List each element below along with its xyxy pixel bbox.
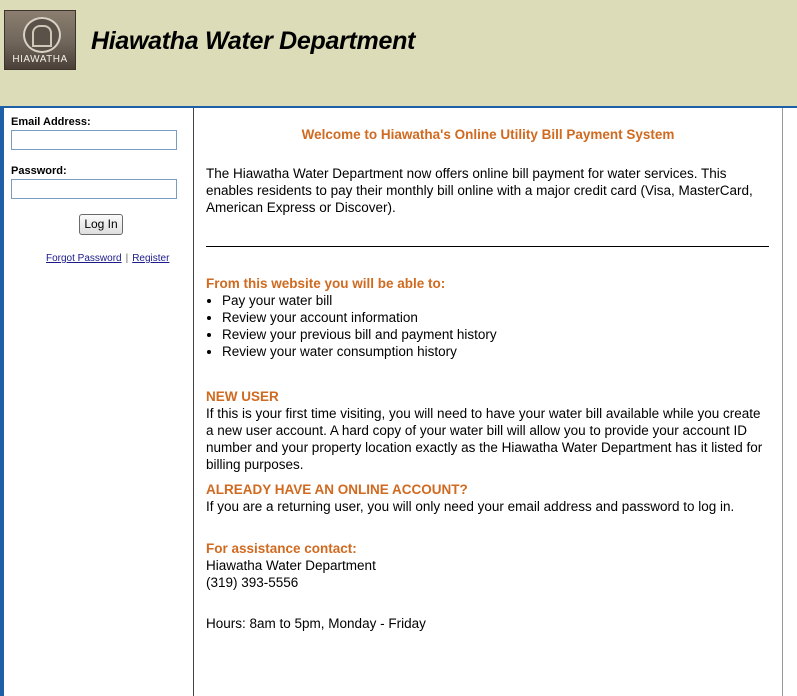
email-field[interactable] (11, 130, 177, 150)
list-item: Review your water consumption history (222, 343, 770, 360)
features-heading: From this website you will be able to: (206, 276, 446, 291)
hours-text: Hours: 8am to 5pm, Monday - Friday (206, 616, 426, 631)
welcome-heading: Welcome to Hiawatha's Online Utility Bil… (301, 127, 675, 142)
features-list: Pay your water bill Review your account … (206, 292, 770, 360)
site-header: HIAWATHA Hiawatha Water Department (0, 0, 797, 108)
login-button[interactable]: Log In (79, 214, 123, 235)
email-label: Email Address: (11, 116, 91, 128)
right-border (782, 108, 783, 696)
tower-window-icon (23, 17, 61, 53)
password-label: Password: (11, 165, 67, 177)
new-user-heading: NEW USER (206, 389, 279, 404)
forgot-password-link[interactable]: Forgot Password (46, 253, 122, 264)
password-field[interactable] (11, 179, 177, 199)
account-section: ALREADY HAVE AN ONLINE ACCOUNT? If you a… (206, 481, 770, 515)
assistance-section: For assistance contact: Hiawatha Water D… (206, 540, 770, 591)
column-divider (193, 108, 194, 696)
login-sidebar: Email Address: Password: Log In Forgot P… (4, 108, 192, 696)
account-links: Forgot Password | Register (46, 253, 169, 264)
intro-text: The Hiawatha Water Department now offers… (206, 166, 753, 215)
account-heading: ALREADY HAVE AN ONLINE ACCOUNT? (206, 482, 468, 497)
assist-heading: For assistance contact: (206, 541, 357, 556)
register-link[interactable]: Register (132, 253, 169, 264)
assist-name: Hiawatha Water Department (206, 558, 376, 573)
list-item: Review your account information (222, 309, 770, 326)
section-divider (206, 246, 769, 247)
site-title: Hiawatha Water Department (91, 27, 416, 55)
hiawatha-logo[interactable]: HIAWATHA (4, 10, 76, 70)
new-user-text: If this is your first time visiting, you… (206, 406, 763, 472)
list-item: Pay your water bill (222, 292, 770, 309)
features-section: From this website you will be able to: P… (206, 275, 770, 360)
link-separator: | (125, 253, 129, 264)
new-user-section: NEW USER If this is your first time visi… (206, 388, 770, 473)
logo-text: HIAWATHA (12, 54, 68, 65)
account-text: If you are a returning user, you will on… (206, 499, 735, 514)
assist-phone: (319) 393-5556 (206, 575, 299, 590)
list-item: Review your previous bill and payment hi… (222, 326, 770, 343)
